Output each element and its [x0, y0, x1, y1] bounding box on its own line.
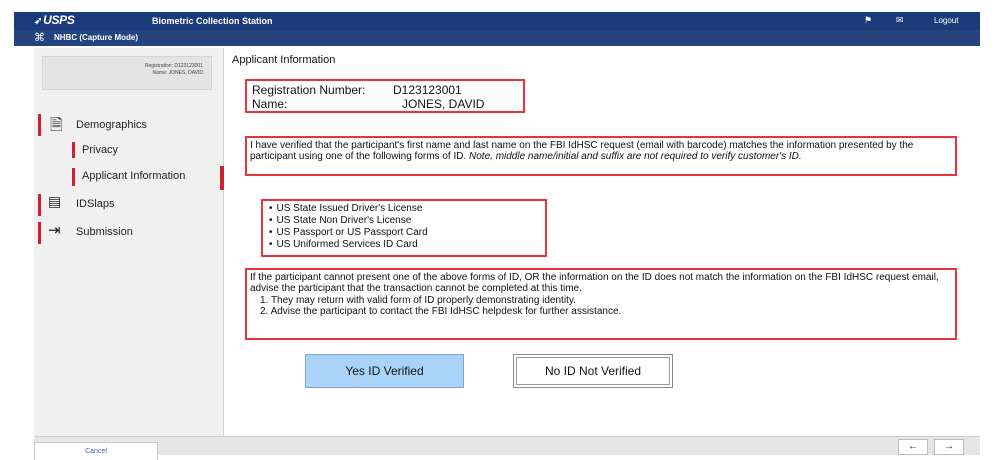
list-item: US State Issued Driver's License [269, 203, 539, 215]
verification-statement: I have verified that the participant's f… [247, 138, 955, 164]
fallback-text: If the participant cannot present one of… [250, 272, 939, 294]
fallback-steps: 1. They may return with valid form of ID… [250, 295, 952, 317]
id-forms-box: US State Issued Driver's License US Stat… [261, 199, 547, 257]
app-title: Biometric Collection Station [152, 16, 273, 26]
sidebar-item-demographics[interactable]: 🗎 Demographics [34, 112, 224, 138]
sidebar-item-privacy[interactable]: Privacy [34, 140, 224, 162]
brand-text: USPS [43, 13, 75, 27]
list-item: US Passport or US Passport Card [269, 227, 539, 239]
registration-summary-line: Registration: D123123001 [144, 63, 203, 69]
mode-label: NHBC (Capture Mode) [54, 33, 138, 42]
fallback-instructions: If the participant cannot present one of… [247, 270, 955, 319]
main-content: Applicant Information Registration Numbe… [226, 48, 978, 436]
name-summary-line: Name: JONES, DAVID [152, 70, 203, 76]
export-icon: ⇥ [48, 222, 61, 239]
sidebar-item-label: IDSlaps [76, 198, 115, 210]
name-value: JONES, DAVID [402, 97, 485, 111]
active-indicator [220, 166, 224, 190]
eagle-icon: ➶ [34, 16, 43, 27]
sidebar-item-label: Submission [76, 226, 133, 238]
message-icon[interactable]: ✉ [896, 15, 904, 26]
registration-value: D123123001 [393, 83, 462, 97]
back-button[interactable]: ← [898, 439, 928, 455]
applicant-id-box: Registration Number: D123123001 Name: JO… [245, 79, 525, 113]
next-button[interactable]: → [934, 439, 964, 455]
registration-summary: Registration: D123123001 Name: JONES, DA… [42, 56, 212, 90]
list-item: 2. Advise the participant to contact the… [260, 306, 622, 317]
no-id-not-verified-button[interactable]: No ID Not Verified [513, 354, 673, 388]
list-item: 1. They may return with valid form of ID… [260, 295, 576, 306]
yes-id-verified-button[interactable]: Yes ID Verified [305, 354, 464, 388]
verification-note: Note, middle name/initial and suffix are… [469, 151, 802, 162]
list-item: US Uniformed Services ID Card [269, 239, 539, 251]
verification-statement-box: I have verified that the participant's f… [245, 136, 957, 176]
step-marker [72, 168, 75, 186]
page-title: Applicant Information [232, 54, 336, 66]
app-window: ➶USPS Biometric Collection Station ⚑ ✉ L… [14, 12, 980, 460]
sidebar-item-label: Privacy [82, 144, 119, 156]
sidebar-item-label: Applicant Information [82, 170, 186, 182]
sidebar: Registration: D123123001 Name: JONES, DA… [34, 48, 224, 436]
footer-bar: ← → [34, 436, 980, 455]
step-marker [38, 114, 41, 136]
registration-label: Registration Number: [252, 83, 366, 97]
name-label: Name: [252, 97, 288, 111]
list-item: US State Non Driver's License [269, 215, 539, 227]
sidebar-item-submission[interactable]: ⇥ Submission [34, 220, 224, 246]
usps-logo: ➶USPS [34, 13, 75, 27]
step-marker [72, 142, 75, 158]
fallback-instructions-box: If the participant cannot present one of… [245, 268, 957, 340]
flag-icon[interactable]: ⚑ [864, 15, 872, 26]
fingerprint-scanner-icon: ▤ [48, 193, 62, 209]
step-marker [38, 194, 41, 216]
document-icon: 🗎 [50, 117, 63, 134]
mode-bar: ⌘ NHBC (Capture Mode) [14, 30, 980, 46]
sidebar-item-label: Demographics [76, 119, 147, 131]
id-forms-list: US State Issued Driver's License US Stat… [263, 201, 545, 253]
step-marker [38, 222, 41, 244]
network-icon: ⌘ [34, 32, 45, 44]
sidebar-item-applicant-information[interactable]: Applicant Information [34, 166, 224, 190]
sidebar-item-idslaps[interactable]: ▤ IDSlaps [34, 192, 224, 218]
title-bar: ➶USPS Biometric Collection Station ⚑ ✉ L… [14, 12, 980, 30]
logout-link[interactable]: Logout [934, 16, 958, 25]
cancel-button[interactable]: Cancel [34, 442, 158, 460]
